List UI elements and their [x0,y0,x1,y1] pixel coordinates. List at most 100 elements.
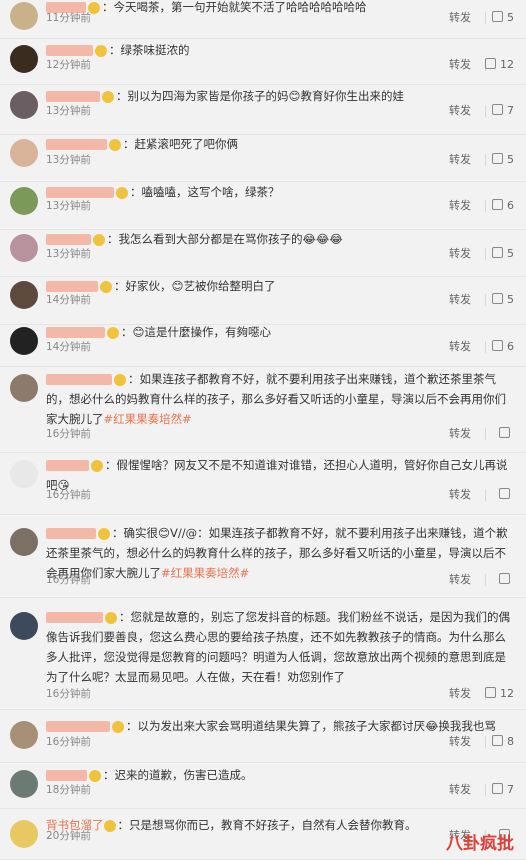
avatar[interactable] [10,91,38,119]
comment-item: ：以为发出来大家会骂明道结果失算了，熊孩子大家都讨厌😂换我我也骂 16分钟前 转发 8 [0,710,526,763]
repost-button[interactable]: 转发 [449,104,471,118]
like-button[interactable] [499,573,514,587]
comment-time: 13分钟前 [46,200,91,212]
thumbs-up-icon [492,340,503,351]
repost-button[interactable]: 转发 [449,293,471,307]
avatar[interactable] [10,187,38,215]
divider [485,248,486,260]
repost-button[interactable]: 转发 [449,573,471,587]
avatar[interactable] [10,460,38,488]
comment-text: 背书包溜了 ：只是想骂你而已，教育不好孩子，自然有人会替你教育。 [46,818,417,832]
comment-body: 嗑嗑嗑，这写个啥，绿茶？ [141,185,280,199]
comment-item: ：您就是故意的，别忘了您发抖音的标题。我们粉丝不说话，是因为我们的偶像告诉我们要… [0,598,526,710]
like-button[interactable]: 5 [492,247,514,261]
comment-item: ：别以为四海为家皆是你孩子的妈😊教育好你生出来的娃 13分钟前 转发 7 [0,85,526,135]
username-link[interactable] [46,45,93,56]
username-link[interactable] [46,327,105,338]
member-badge-icon [95,44,107,57]
like-button[interactable]: 5 [492,11,514,25]
avatar[interactable] [10,2,38,30]
avatar[interactable] [10,234,38,262]
like-button[interactable]: 7 [492,783,514,797]
comment-body: 我怎么看到大部分都是在骂你孩子的😂😂😂 [118,232,343,246]
username-link[interactable] [46,770,87,781]
like-button[interactable] [499,427,514,441]
repost-button[interactable]: 转发 [449,199,471,213]
username-link[interactable] [46,187,114,198]
repost-button[interactable]: 转发 [449,247,471,261]
repost-button[interactable]: 转发 [449,427,471,441]
comment-body: 别以为四海为家皆是你孩子的妈😊教育好你生出来的娃 [127,89,405,103]
comment-text: ：以为发出来大家会骂明道结果失算了，熊孩子大家都讨厌😂换我我也骂 [46,716,512,736]
divider [485,200,486,212]
repost-button[interactable]: 转发 [449,340,471,354]
like-count: 12 [500,687,514,700]
avatar[interactable] [10,139,38,167]
hashtag-link[interactable]: #红果果奏培然# [104,412,192,426]
repost-button[interactable]: 转发 [449,58,471,72]
member-badge-icon [112,720,124,733]
member-badge-icon [109,138,121,151]
like-button[interactable]: 12 [485,58,514,72]
username-link[interactable] [46,234,91,245]
avatar[interactable] [10,528,38,556]
hashtag-link[interactable]: #红果果奏培然# [161,566,249,580]
username-link[interactable] [46,91,100,102]
avatar[interactable] [10,721,38,749]
comment-body: 😊這是什麼操作，有夠噁心 [132,325,272,339]
comment-time: 18分钟前 [46,784,91,796]
member-badge-icon [91,459,103,472]
thumbs-up-icon [499,488,510,499]
avatar[interactable] [10,770,38,798]
username-link[interactable] [46,721,110,732]
thumbs-up-icon [499,573,510,584]
comment-time: 16分钟前 [46,428,91,440]
like-button[interactable]: 6 [492,199,514,213]
thumbs-up-icon [492,783,503,794]
avatar[interactable] [10,612,38,640]
like-count: 12 [500,58,514,71]
repost-button[interactable]: 转发 [449,11,471,25]
divider [485,428,486,440]
thumbs-up-icon [485,58,496,69]
avatar[interactable] [10,281,38,309]
avatar[interactable] [10,327,38,355]
username-link[interactable] [46,460,89,471]
repost-button[interactable]: 转发 [449,783,471,797]
username-link[interactable] [46,612,103,623]
like-count: 7 [507,783,514,796]
comment-text: ：绿茶味挺浓的 [46,40,512,60]
thumbs-up-icon [492,735,503,746]
like-button[interactable] [499,488,514,502]
like-button[interactable]: 8 [492,735,514,749]
comment-item: ：绿茶味挺浓的 12分钟前 转发 12 [0,39,526,85]
member-badge-icon [107,326,119,339]
username-link[interactable] [46,528,96,539]
comment-body: 绿茶味挺浓的 [120,43,190,57]
repost-button[interactable]: 转发 [449,153,471,167]
comment-time: 11分钟前 [46,12,91,24]
like-button[interactable]: 5 [492,293,514,307]
member-badge-icon [103,819,116,832]
avatar[interactable] [10,820,38,848]
like-button[interactable]: 7 [492,104,514,118]
username-link[interactable] [46,374,112,385]
comment-body: 以为发出来大家会骂明道结果失算了，熊孩子大家都讨厌😂换我我也骂 [137,719,496,733]
like-button[interactable]: 5 [492,153,514,167]
comment-time: 16分钟前 [46,736,91,748]
avatar[interactable] [10,45,38,73]
avatar[interactable] [10,374,38,402]
comment-time: 14分钟前 [46,341,91,353]
repost-button[interactable]: 转发 [449,687,471,701]
username-link[interactable] [46,139,107,150]
comment-text: ：假惺惺啥？网友又不是不知道谁对谁错，还担心人道明，管好你自己女儿再说吧😘 [46,458,508,492]
comment-item: ：迟来的道歉，伤害已造成。 18分钟前 转发 7 [0,763,526,809]
comment-item: ：如果连孩子都教育不好，就不要利用孩子出来赚钱，道个歉还茶里茶气的，想必什么的妈… [0,367,526,453]
like-button[interactable]: 12 [485,687,514,701]
repost-button[interactable]: 转发 [449,735,471,749]
like-button[interactable]: 6 [492,340,514,354]
username-link[interactable] [46,281,98,292]
repost-button[interactable]: 转发 [449,488,471,502]
thumbs-up-icon [485,687,496,698]
comment-body: 假惺惺啥？网友又不是不知道谁对谁错，还担心人道明，管好你自己女儿再说吧😘 [46,458,508,492]
